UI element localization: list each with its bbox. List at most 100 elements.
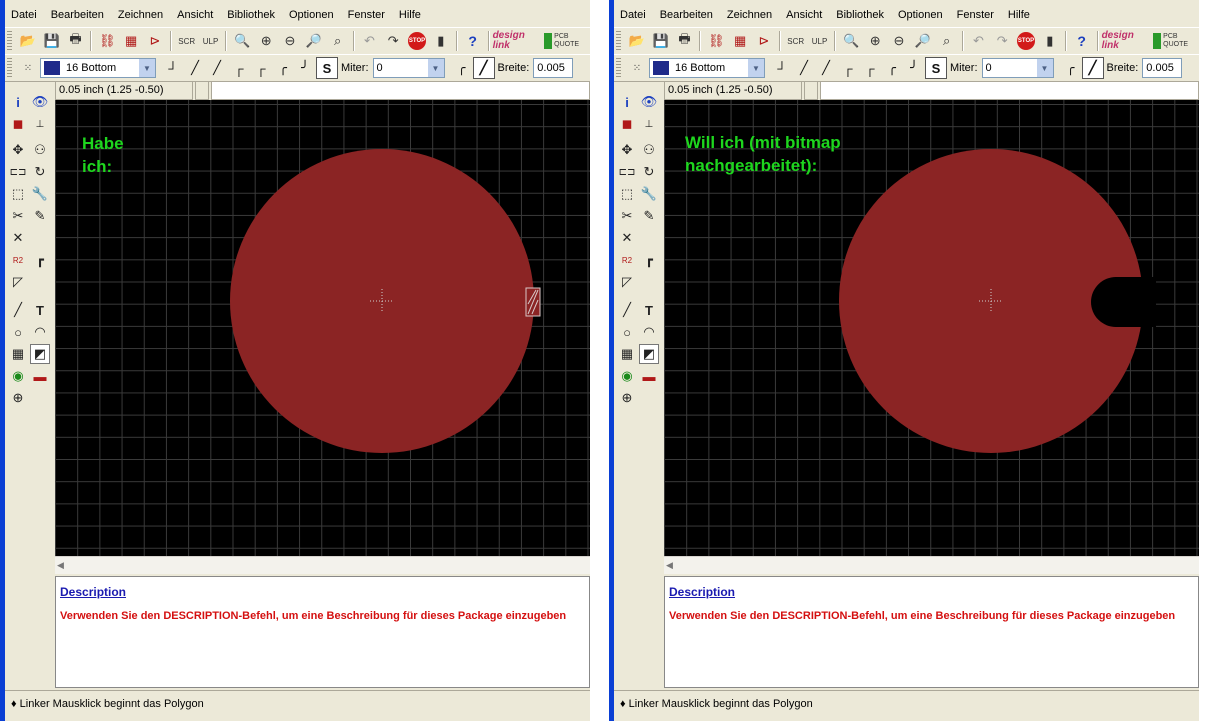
miter-round-icon[interactable]: ╭ [451, 57, 473, 79]
name-icon[interactable]: R2 [8, 250, 28, 270]
board-switch-icon[interactable]: ⛓ [96, 30, 118, 52]
delete-icon[interactable]: ✕ [8, 228, 28, 248]
open-icon[interactable]: 📂 [17, 30, 39, 52]
group-icon[interactable]: ⬚ [8, 184, 28, 204]
miter-round-icon[interactable]: ╭ [1060, 57, 1082, 79]
info-icon[interactable]: i [617, 92, 637, 112]
wire-bend-0-icon[interactable]: ┘ [771, 57, 793, 79]
help-icon[interactable]: ? [1071, 30, 1093, 52]
change-icon[interactable]: 🔧 [30, 184, 50, 204]
menu-bearbeiten[interactable]: Bearbeiten [654, 5, 721, 25]
cam-icon[interactable]: ▦ [120, 30, 142, 52]
print-icon[interactable]: 🖶 [65, 30, 87, 52]
go-icon[interactable]: ▮ [430, 30, 452, 52]
go-icon[interactable]: ▮ [1039, 30, 1061, 52]
width-input[interactable]: 0.005 [533, 58, 574, 78]
undo-icon[interactable]: ↶ [359, 30, 381, 52]
zoom-select-icon[interactable]: ⌕ [936, 30, 958, 52]
copy-icon[interactable]: ⚇ [639, 140, 659, 160]
polygon-icon[interactable]: ◩ [639, 344, 659, 364]
print-icon[interactable]: 🖶 [674, 30, 696, 52]
menu-zeichnen[interactable]: Zeichnen [112, 5, 171, 25]
delete-icon[interactable]: ✕ [617, 228, 637, 248]
name-icon[interactable]: R2 [617, 250, 637, 270]
toolbar-grip[interactable] [616, 58, 621, 78]
menu-hilfe[interactable]: Hilfe [1002, 5, 1038, 25]
cut-icon[interactable]: ✂ [617, 206, 637, 226]
circle-icon[interactable]: ○ [617, 322, 637, 342]
smd-pad[interactable] [525, 287, 541, 317]
toolbar-grip[interactable] [616, 31, 621, 51]
wire-bend-2-icon[interactable]: ╱ [815, 57, 837, 79]
help-icon[interactable]: ? [462, 30, 484, 52]
wire-bend-freehand-icon[interactable]: S [925, 57, 947, 79]
open-icon[interactable]: 📂 [626, 30, 648, 52]
wire-bend-4-icon[interactable]: ┌ [859, 57, 881, 79]
width-input[interactable]: 0.005 [1142, 58, 1183, 78]
horizontal-scrollbar[interactable]: ◀ [664, 556, 1199, 574]
rotate-icon[interactable]: ↻ [30, 162, 50, 182]
miter-tool-icon[interactable]: ┏ [30, 250, 50, 270]
chevron-left-icon[interactable]: ◀ [57, 560, 64, 571]
wire-bend-4-icon[interactable]: ┌ [250, 57, 272, 79]
arc-icon[interactable]: ◠ [30, 322, 50, 342]
save-icon[interactable]: 💾 [41, 30, 63, 52]
show-eye-icon[interactable]: 👁 [639, 92, 659, 112]
horizontal-scrollbar[interactable]: ◀ [55, 556, 590, 574]
wire-bend-2-icon[interactable]: ╱ [206, 57, 228, 79]
mirror-icon[interactable]: ⊏⊐ [617, 162, 637, 182]
zoom-in-icon[interactable]: ⊕ [255, 30, 277, 52]
smd-icon[interactable]: ▬ [639, 366, 659, 386]
menu-fenster[interactable]: Fenster [951, 5, 1002, 25]
wire-icon[interactable]: ╱ [617, 300, 637, 320]
ulp-icon[interactable]: ULP [809, 30, 831, 52]
stop-button[interactable]: STOP [1015, 30, 1037, 52]
wire-bend-freehand-icon[interactable]: S [316, 57, 338, 79]
toolbar-grip[interactable] [7, 58, 12, 78]
zoom-out-icon[interactable]: ⊖ [888, 30, 910, 52]
pcb-quote-logo[interactable]: PCB QUOTE [544, 33, 590, 49]
arc-icon[interactable]: ◠ [639, 322, 659, 342]
chevron-left-icon[interactable]: ◀ [666, 560, 673, 571]
chevron-down-icon[interactable]: ▼ [748, 59, 764, 77]
zoom-redraw-icon[interactable]: 🔎 [912, 30, 934, 52]
paste-icon[interactable]: ✎ [30, 206, 50, 226]
wire-bend-1-icon[interactable]: ╱ [793, 57, 815, 79]
grid-icon[interactable]: ⁙ [17, 57, 39, 79]
move-icon[interactable]: ✥ [617, 140, 637, 160]
pad-icon[interactable]: ◉ [617, 366, 637, 386]
rect-icon[interactable]: ▦ [8, 344, 28, 364]
layer-select[interactable]: 16 Bottom ▼ [649, 58, 765, 78]
stop-button[interactable]: STOP [406, 30, 428, 52]
script-icon[interactable]: SCR [785, 30, 807, 52]
chevron-down-icon[interactable]: ▼ [427, 59, 444, 77]
smd-icon[interactable]: ▬ [30, 366, 50, 386]
wire-icon[interactable]: ╱ [8, 300, 28, 320]
miter-straight-icon[interactable]: ╱ [472, 57, 495, 79]
description-link[interactable]: Description [60, 585, 585, 599]
layout-canvas[interactable]: Habe ich: [55, 100, 590, 556]
circle-icon[interactable]: ○ [8, 322, 28, 342]
text-icon[interactable]: T [30, 300, 50, 320]
mirror-icon[interactable]: ⊏⊐ [8, 162, 28, 182]
menu-datei[interactable]: Datei [5, 5, 45, 25]
undo-icon[interactable]: ↶ [968, 30, 990, 52]
menu-bibliothek[interactable]: Bibliothek [221, 5, 283, 25]
grid-icon[interactable]: ⁙ [626, 57, 648, 79]
menu-datei[interactable]: Datei [614, 5, 654, 25]
mark-icon[interactable]: ⊥ [30, 114, 50, 134]
wire-bend-3-icon[interactable]: ┌ [228, 57, 250, 79]
zoom-redraw-icon[interactable]: 🔎 [303, 30, 325, 52]
miter-tool-icon[interactable]: ┏ [639, 250, 659, 270]
wire-bend-5-icon[interactable]: ╭ [272, 57, 294, 79]
toolbar-grip[interactable] [7, 31, 12, 51]
pcb-quote-logo[interactable]: PCB QUOTE [1153, 33, 1199, 49]
split-icon[interactable]: ◸ [8, 272, 28, 292]
description-link[interactable]: Description [669, 585, 1194, 599]
zoom-fit-icon[interactable]: 🔍 [840, 30, 862, 52]
wire-bend-3-icon[interactable]: ┌ [837, 57, 859, 79]
group-icon[interactable]: ⬚ [617, 184, 637, 204]
display-layers-icon[interactable]: ◼ [617, 114, 637, 134]
design-link-logo[interactable]: design link [493, 31, 545, 51]
menu-ansicht[interactable]: Ansicht [171, 5, 221, 25]
